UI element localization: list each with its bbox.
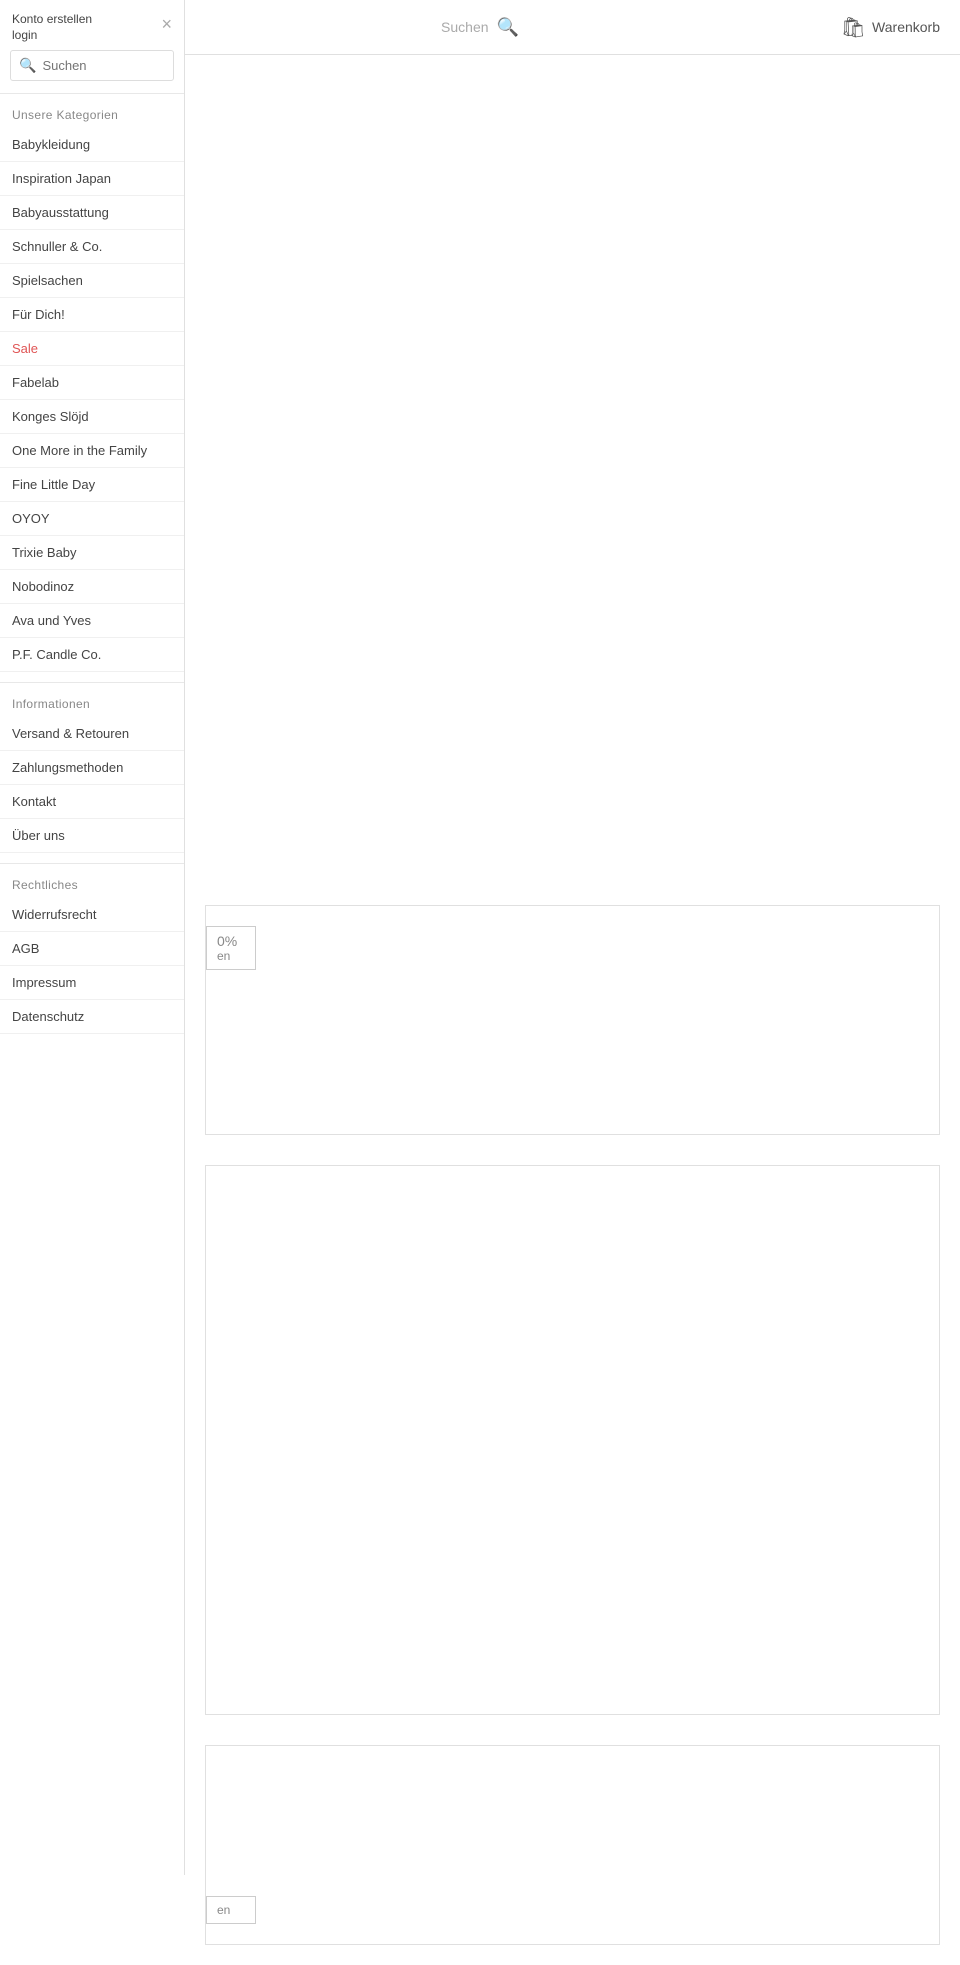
promo-block-3: en (205, 1745, 940, 1945)
promo-badge-1: 0% en (206, 926, 256, 970)
sidebar-item-babykleidung[interactable]: Babykleidung (0, 128, 184, 162)
close-icon[interactable]: × (161, 14, 172, 35)
categories-heading: Unsere Kategorien (0, 98, 184, 128)
sidebar-konto-label[interactable]: Konto erstellen (12, 12, 92, 26)
sidebar-item-widerrufsrecht[interactable]: Widerrufsrecht (0, 898, 184, 932)
sidebar-item-spielsachen[interactable]: Spielsachen (0, 264, 184, 298)
sidebar-item-inspiration-japan[interactable]: Inspiration Japan (0, 162, 184, 196)
sidebar-item-versand-retouren[interactable]: Versand & Retouren (0, 717, 184, 751)
legal-list: Widerrufsrecht AGB Impressum Datenschutz (0, 898, 184, 1034)
divider-legal (0, 863, 184, 864)
info-heading: Informationen (0, 687, 184, 717)
legal-heading: Rechtliches (0, 868, 184, 898)
content-area: 0% en en (185, 55, 960, 1965)
sidebar-login-label[interactable]: login (12, 28, 92, 42)
large-white-block (205, 1165, 940, 1715)
sidebar-item-one-more-family[interactable]: One More in the Family (0, 434, 184, 468)
promo-block-1: 0% en (205, 905, 940, 1135)
cart-button[interactable]: 🛍 Warenkorb (841, 15, 940, 40)
sidebar-search-box[interactable]: 🔍 (10, 50, 174, 81)
promo-badge-3-text: en (217, 1903, 245, 1917)
sidebar-item-ava-und-yves[interactable]: Ava und Yves (0, 604, 184, 638)
sidebar-search-input[interactable] (42, 58, 165, 73)
promo-badge-text: en (217, 949, 245, 963)
search-icon[interactable]: 🔍 (497, 17, 519, 38)
sidebar-item-oyoy[interactable]: OYOY (0, 502, 184, 536)
main-content: 0% en en (185, 0, 960, 1965)
promo-badge-percent: 0% (217, 933, 245, 949)
cart-label: Warenkorb (872, 19, 940, 35)
sidebar-item-babyausstattung[interactable]: Babyausstattung (0, 196, 184, 230)
promo-badge-3: en (206, 1896, 256, 1924)
sidebar-item-fuer-dich[interactable]: Für Dich! (0, 298, 184, 332)
sidebar-item-impressum[interactable]: Impressum (0, 966, 184, 1000)
sidebar-item-agb[interactable]: AGB (0, 932, 184, 966)
sidebar-item-datenschutz[interactable]: Datenschutz (0, 1000, 184, 1034)
sidebar-item-konges-slojd[interactable]: Konges Slöjd (0, 400, 184, 434)
sidebar-item-nobodinoz[interactable]: Nobodinoz (0, 570, 184, 604)
sidebar-item-kontakt[interactable]: Kontakt (0, 785, 184, 819)
sidebar-search-icon: 🔍 (19, 57, 36, 74)
sidebar-account: Konto erstellen login (12, 12, 92, 42)
header-search-label: Suchen (441, 19, 488, 35)
divider-top (0, 93, 184, 94)
sidebar-item-fabelab[interactable]: Fabelab (0, 366, 184, 400)
sidebar-item-trixie-baby[interactable]: Trixie Baby (0, 536, 184, 570)
categories-list: Babykleidung Inspiration Japan Babyausst… (0, 128, 184, 672)
info-list: Versand & Retouren Zahlungsmethoden Kont… (0, 717, 184, 853)
sidebar-item-schnuller-co[interactable]: Schnuller & Co. (0, 230, 184, 264)
sidebar-item-fine-little-day[interactable]: Fine Little Day (0, 468, 184, 502)
sidebar-overlay: Konto erstellen login × 🔍 Unsere Kategor… (0, 0, 185, 1875)
cart-icon: 🛍 (841, 15, 866, 40)
sidebar-item-sale[interactable]: Sale (0, 332, 184, 366)
sidebar-item-uber-uns[interactable]: Über uns (0, 819, 184, 853)
sidebar-item-pf-candle-co[interactable]: P.F. Candle Co. (0, 638, 184, 672)
sidebar-top: Konto erstellen login × (0, 0, 184, 50)
sidebar-item-zahlungsmethoden[interactable]: Zahlungsmethoden (0, 751, 184, 785)
divider-info (0, 682, 184, 683)
header-search-area[interactable]: Suchen 🔍 (441, 17, 519, 38)
